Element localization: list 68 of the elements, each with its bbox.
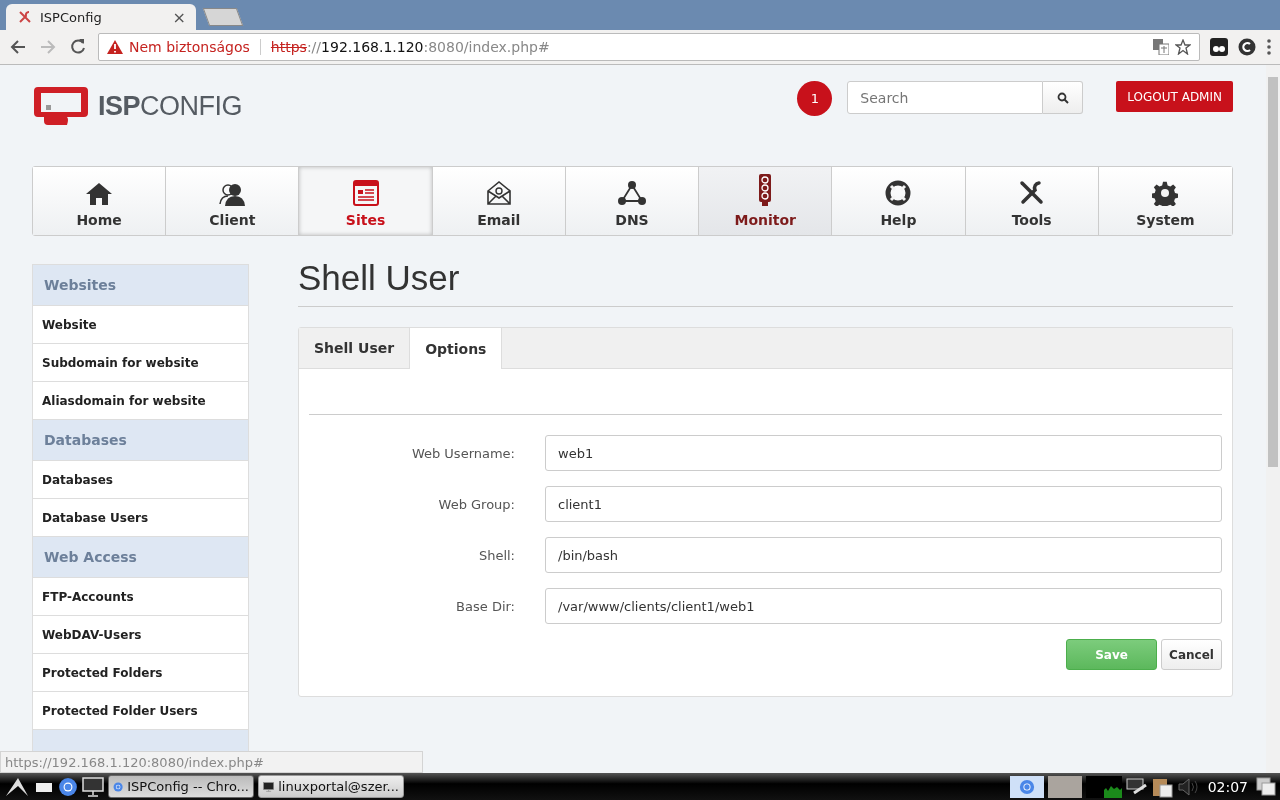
input-field[interactable]: /var/www/clients/client1/web1: [545, 588, 1222, 624]
search-button[interactable]: [1043, 81, 1084, 114]
tray-button[interactable]: [1047, 775, 1082, 798]
form-tab[interactable]: Options: [410, 328, 503, 369]
nav-tab[interactable]: Client: [166, 167, 300, 235]
reload-icon[interactable]: [68, 37, 88, 57]
browser-tab[interactable]: ISPConfig ×: [6, 4, 196, 30]
users-icon: [218, 182, 247, 206]
address-bar[interactable]: Nem biztonságos https://192.168.1.120:8080/index.php#: [98, 33, 1200, 61]
cancel-button[interactable]: Cancel: [1161, 639, 1222, 670]
security-warning[interactable]: Nem biztonságos: [129, 39, 250, 55]
warning-icon: [107, 40, 123, 54]
browser-icon[interactable]: [58, 776, 78, 797]
sidebar-item[interactable]: WebDAV-Users: [33, 616, 248, 654]
desktop-icon[interactable]: [82, 776, 104, 797]
taskbar-button[interactable]: ISPConfig -- Chro...: [108, 775, 254, 798]
browser-window-icon: [352, 180, 379, 206]
input-field[interactable]: web1: [545, 435, 1222, 471]
status-url: https://192.168.1.120:8080/index.php#: [0, 751, 423, 773]
search-icon: [1056, 91, 1069, 104]
sidebar-item[interactable]: FTP-Accounts: [33, 578, 248, 616]
nav-tab[interactable]: Email: [432, 167, 566, 235]
sidebar-section-header: Websites: [33, 265, 248, 306]
scrollbar[interactable]: [1266, 65, 1280, 773]
lifebuoy-icon: [885, 180, 912, 206]
network-icon[interactable]: [1125, 776, 1148, 797]
envelope-icon: [485, 180, 512, 206]
logout-button[interactable]: LOGOUT ADMIN: [1116, 81, 1233, 112]
translate-icon[interactable]: [1153, 39, 1169, 55]
clock: 02:07: [1206, 778, 1249, 795]
sidebar-item[interactable]: Databases: [33, 461, 248, 499]
windows-icon[interactable]: [1256, 776, 1276, 797]
close-tab-button[interactable]: ×: [172, 7, 186, 27]
sidebar-section-header: Databases: [33, 420, 248, 461]
search-field[interactable]: Search: [847, 81, 1044, 114]
nav-tab[interactable]: DNS: [565, 167, 700, 235]
logo-icon: [32, 85, 90, 127]
logo-text: ISPCONFIG: [98, 90, 243, 122]
extension-icon[interactable]: [1238, 38, 1256, 56]
traffic-light-icon: [758, 174, 773, 206]
url-text: https://192.168.1.120:8080/index.php#: [270, 39, 550, 55]
field-label: Base Dir:: [455, 598, 515, 614]
field-label: Shell:: [477, 547, 515, 563]
extension-icon[interactable]: [1210, 38, 1228, 56]
nav-tab[interactable]: System: [1098, 167, 1232, 235]
field-label: Web Group:: [437, 496, 515, 512]
gear-icon: [1152, 180, 1179, 206]
sidebar-item[interactable]: Protected Folders: [33, 654, 248, 692]
home-icon: [85, 182, 114, 206]
nav-tab[interactable]: Monitor: [699, 167, 833, 235]
input-field[interactable]: client1: [545, 486, 1222, 522]
cpu-graph-icon[interactable]: [1085, 775, 1122, 798]
nav-tab[interactable]: Tools: [965, 167, 1099, 235]
taskbar-button[interactable]: linuxportal@szer...: [258, 775, 404, 798]
sidebar-item[interactable]: Subdomain for website: [33, 344, 248, 382]
tray-button[interactable]: [1009, 775, 1044, 798]
network-nodes-icon: [618, 180, 646, 206]
input-field[interactable]: /bin/bash: [545, 537, 1222, 573]
sidebar-section-header: Web Access: [33, 537, 248, 578]
nav-tab[interactable]: Home: [33, 167, 167, 235]
sidebar-item[interactable]: Website: [33, 306, 248, 344]
star-icon[interactable]: [1175, 39, 1191, 55]
nav-tab[interactable]: Help: [832, 167, 966, 235]
notification-badge[interactable]: 1: [797, 81, 833, 116]
page-title: Shell User: [298, 264, 461, 299]
menu-icon[interactable]: [1266, 38, 1272, 56]
nav-tab[interactable]: Sites: [299, 167, 433, 235]
field-label: Web Username:: [410, 445, 515, 461]
